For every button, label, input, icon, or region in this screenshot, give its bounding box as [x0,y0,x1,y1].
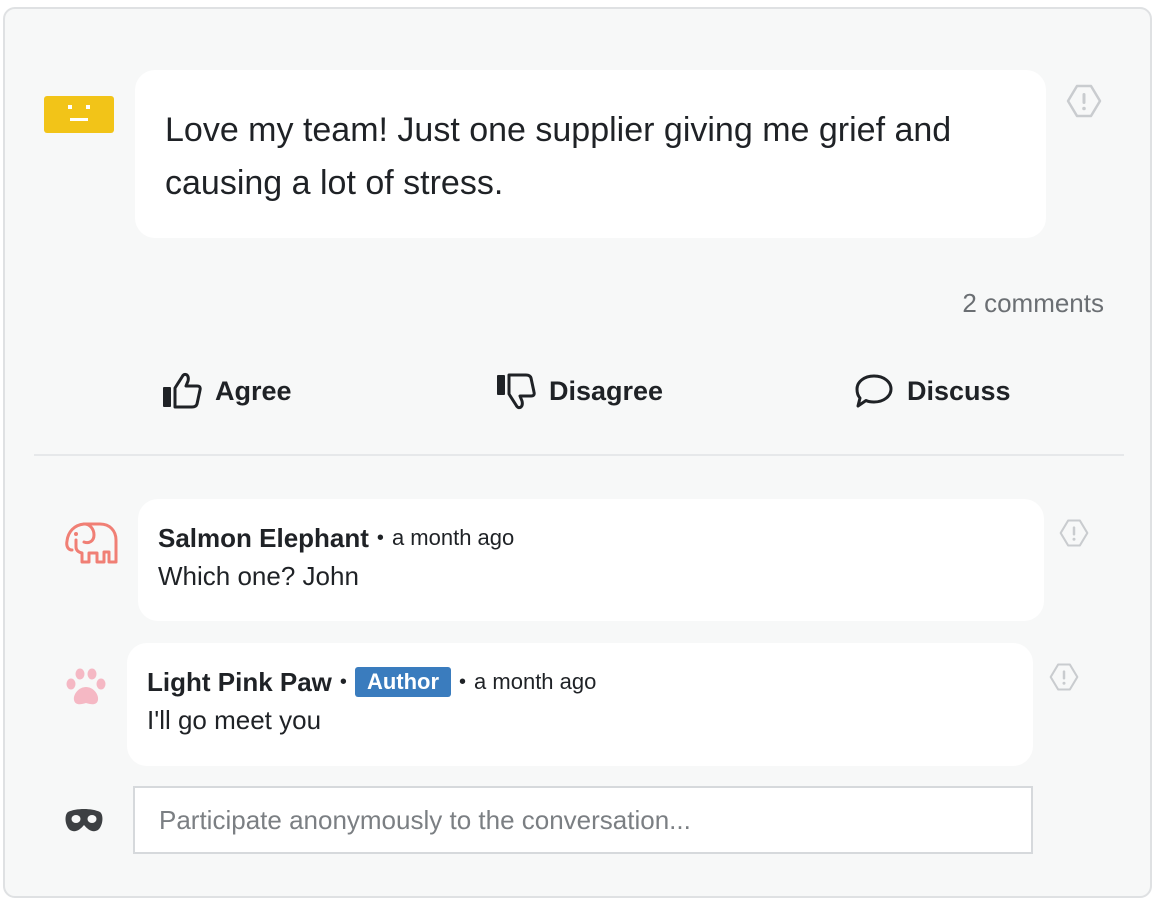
discuss-label: Discuss [907,375,1011,406]
agree-button[interactable]: Agree [161,370,292,412]
comment-text: Which one? John [158,561,359,591]
separator-dot: • [459,670,467,693]
comment-2: Light Pink Paw • Author • a month ago I'… [127,643,1033,766]
post-text: Love my team! Just one supplier giving m… [135,70,1046,238]
comment-input[interactable] [133,786,1033,854]
comment-time: a month ago [474,669,597,694]
comment-text: I'll go meet you [147,705,322,735]
report-comment-icon[interactable] [1059,518,1089,548]
thumbs-down-icon [497,373,536,410]
speech-bubble-icon [855,374,893,408]
separator-dot: • [376,526,384,549]
comment-1: Salmon Elephant • a month ago Which one?… [138,499,1044,621]
neutral-face-icon [44,96,114,133]
comment-time: a month ago [391,525,515,550]
paw-icon [66,668,106,705]
comment-author[interactable]: Light Pink Paw [147,667,332,698]
elephant-icon [65,522,118,564]
anonymous-mask-icon [65,809,103,832]
divider [34,454,1124,456]
separator-dot: • [339,670,347,693]
disagree-label: Disagree [549,375,664,406]
comment-author[interactable]: Salmon Elephant [158,523,369,554]
report-comment-icon[interactable] [1049,662,1079,692]
agree-label: Agree [215,375,292,406]
disagree-button[interactable]: Disagree [495,370,663,412]
comment-count[interactable]: 2 comments [962,288,1104,319]
author-badge: Author [354,667,452,697]
report-post-icon[interactable] [1066,83,1102,119]
discuss-button[interactable]: Discuss [853,370,1011,412]
thumbs-up-icon [163,372,202,409]
